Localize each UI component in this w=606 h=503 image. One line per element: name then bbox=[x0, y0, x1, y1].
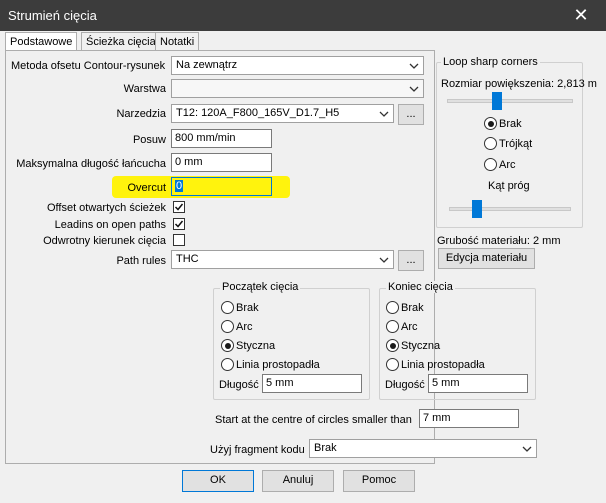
tools-label: Narzedzia bbox=[116, 108, 166, 120]
feed-input[interactable]: 800 mm/min bbox=[171, 129, 272, 148]
tools-browse-button[interactable]: ... bbox=[398, 104, 424, 125]
lead-out-radio-arc[interactable] bbox=[386, 320, 399, 333]
loop-option-label: Arc bbox=[499, 159, 516, 171]
code-fragment-value: Brak bbox=[314, 442, 337, 454]
ok-button[interactable]: OK bbox=[182, 470, 254, 492]
overcut-label: Overcut bbox=[127, 182, 166, 194]
offset-open-checkbox[interactable] bbox=[173, 201, 185, 213]
chevron-down-icon bbox=[379, 111, 389, 117]
help-label: Pomoc bbox=[361, 474, 397, 486]
tools-select[interactable]: T12: 120A_F800_165V_D1.7_H5 bbox=[171, 104, 394, 123]
lead-in-option-label: Arc bbox=[236, 321, 253, 333]
offset-open-label: Offset otwartych ścieżek bbox=[46, 202, 166, 214]
circles-value: 7 mm bbox=[423, 412, 451, 424]
chevron-down-icon bbox=[409, 63, 419, 69]
feed-value: 800 mm/min bbox=[175, 132, 236, 144]
reverse-dir-label: Odwrotny kierunek cięcia bbox=[43, 235, 166, 247]
path-rules-label: Path rules bbox=[116, 255, 166, 267]
lead-in-option-label: Linia prostopadła bbox=[236, 359, 320, 371]
lead-in-radio-styczna[interactable] bbox=[221, 339, 234, 352]
loop-angle-slider-track[interactable] bbox=[449, 207, 571, 211]
overcut-value: 0 bbox=[175, 180, 184, 192]
checkmark-icon bbox=[174, 203, 184, 211]
cutting-stream-dialog: Strumień cięcia ✕ Podstawowe Ścieżka cię… bbox=[0, 0, 606, 503]
help-button[interactable]: Pomoc bbox=[343, 470, 415, 492]
circles-label: Start at the centre of circles smaller t… bbox=[215, 414, 412, 426]
layer-label: Warstwa bbox=[123, 83, 166, 95]
reverse-dir-checkbox[interactable] bbox=[173, 234, 185, 246]
edit-material-label: Edycja materiału bbox=[445, 252, 528, 264]
offset-method-select[interactable]: Na zewnątrz bbox=[171, 56, 424, 75]
lead-out-radio-styczna[interactable] bbox=[386, 339, 399, 352]
checkmark-icon bbox=[174, 220, 184, 228]
loop-size-slider-thumb[interactable] bbox=[492, 92, 502, 110]
code-fragment-label: Użyj fragment kodu bbox=[210, 444, 305, 456]
lead-in-radio-arc[interactable] bbox=[221, 320, 234, 333]
path-rules-value: THC bbox=[176, 253, 199, 265]
cancel-label: Anuluj bbox=[282, 474, 314, 486]
loop-radio-arc[interactable] bbox=[484, 158, 497, 171]
path-rules-browse-button[interactable]: ... bbox=[398, 250, 424, 271]
chevron-down-icon bbox=[409, 86, 419, 92]
lead-in-title: Początek cięcia bbox=[220, 281, 301, 293]
layer-select[interactable] bbox=[171, 79, 424, 98]
lead-in-length-label: Długość bbox=[219, 379, 259, 391]
overcut-input[interactable]: 0 bbox=[171, 177, 272, 196]
tab-podstawowe[interactable]: Podstawowe bbox=[5, 32, 78, 52]
dialog-title: Strumień cięcia bbox=[8, 8, 97, 23]
circles-input[interactable]: 7 mm bbox=[419, 409, 519, 428]
lead-out-length-label: Długość bbox=[385, 379, 425, 391]
loop-option-label: Trójkąt bbox=[499, 138, 533, 150]
chevron-down-icon bbox=[522, 446, 532, 452]
tools-value: T12: 120A_F800_165V_D1.7_H5 bbox=[176, 107, 340, 119]
title-bar[interactable]: Strumień cięcia ✕ bbox=[0, 0, 606, 31]
edit-material-button[interactable]: Edycja materiału bbox=[438, 248, 535, 269]
lead-in-option-label: Brak bbox=[236, 302, 259, 314]
material-thickness-label: Grubość materiału: 2 mm bbox=[437, 235, 561, 247]
lead-in-length-input[interactable]: 5 mm bbox=[262, 374, 362, 393]
max-chain-value: 0 mm bbox=[175, 156, 203, 168]
loop-size-label: Rozmiar powiększenia: 2,813 m bbox=[441, 78, 597, 90]
offset-method-value: Na zewnątrz bbox=[176, 59, 238, 71]
loop-angle-label: Kąt próg bbox=[488, 180, 530, 192]
loop-radio-trojkat[interactable] bbox=[484, 137, 497, 150]
lead-in-radio-brak[interactable] bbox=[221, 301, 234, 314]
path-rules-select[interactable]: THC bbox=[171, 250, 394, 269]
max-chain-input[interactable]: 0 mm bbox=[171, 153, 272, 172]
lead-in-radio-prostopadla[interactable] bbox=[221, 358, 234, 371]
path-rules-browse-label: ... bbox=[406, 254, 416, 266]
lead-out-length-value: 5 mm bbox=[432, 377, 460, 389]
lead-in-option-label: Styczna bbox=[236, 340, 276, 352]
cancel-button[interactable]: Anuluj bbox=[262, 470, 334, 492]
loop-angle-slider-thumb[interactable] bbox=[472, 200, 482, 218]
lead-out-length-input[interactable]: 5 mm bbox=[428, 374, 528, 393]
leadins-open-label: Leadins on open paths bbox=[54, 219, 166, 231]
lead-out-radio-brak[interactable] bbox=[386, 301, 399, 314]
loop-option-label: Brak bbox=[499, 118, 522, 130]
ok-label: OK bbox=[210, 474, 226, 486]
loop-corners-title: Loop sharp corners bbox=[441, 56, 540, 68]
lead-out-radio-prostopadla[interactable] bbox=[386, 358, 399, 371]
loop-size-slider-track[interactable] bbox=[447, 99, 573, 103]
lead-out-title: Koniec cięcia bbox=[386, 281, 455, 293]
tab-notatki[interactable]: Notatki bbox=[155, 32, 200, 51]
tools-browse-label: ... bbox=[406, 108, 416, 120]
lead-out-option-label: Arc bbox=[401, 321, 418, 333]
tab-sciezka-ciecia[interactable]: Ścieżka cięcia bbox=[81, 32, 161, 51]
leadins-open-checkbox[interactable] bbox=[173, 218, 185, 230]
offset-method-label: Metoda ofsetu Contour-rysunek bbox=[11, 60, 166, 72]
lead-out-option-label: Styczna bbox=[401, 340, 441, 352]
lead-in-length-value: 5 mm bbox=[266, 377, 294, 389]
chevron-down-icon bbox=[379, 257, 389, 263]
feed-label: Posuw bbox=[132, 134, 166, 146]
close-icon[interactable]: ✕ bbox=[570, 4, 592, 26]
lead-out-option-label: Linia prostopadła bbox=[401, 359, 485, 371]
lead-out-option-label: Brak bbox=[401, 302, 424, 314]
loop-radio-brak[interactable] bbox=[484, 117, 497, 130]
code-fragment-select[interactable]: Brak bbox=[309, 439, 537, 458]
max-chain-label: Maksymalna długość łańcucha bbox=[16, 158, 166, 170]
